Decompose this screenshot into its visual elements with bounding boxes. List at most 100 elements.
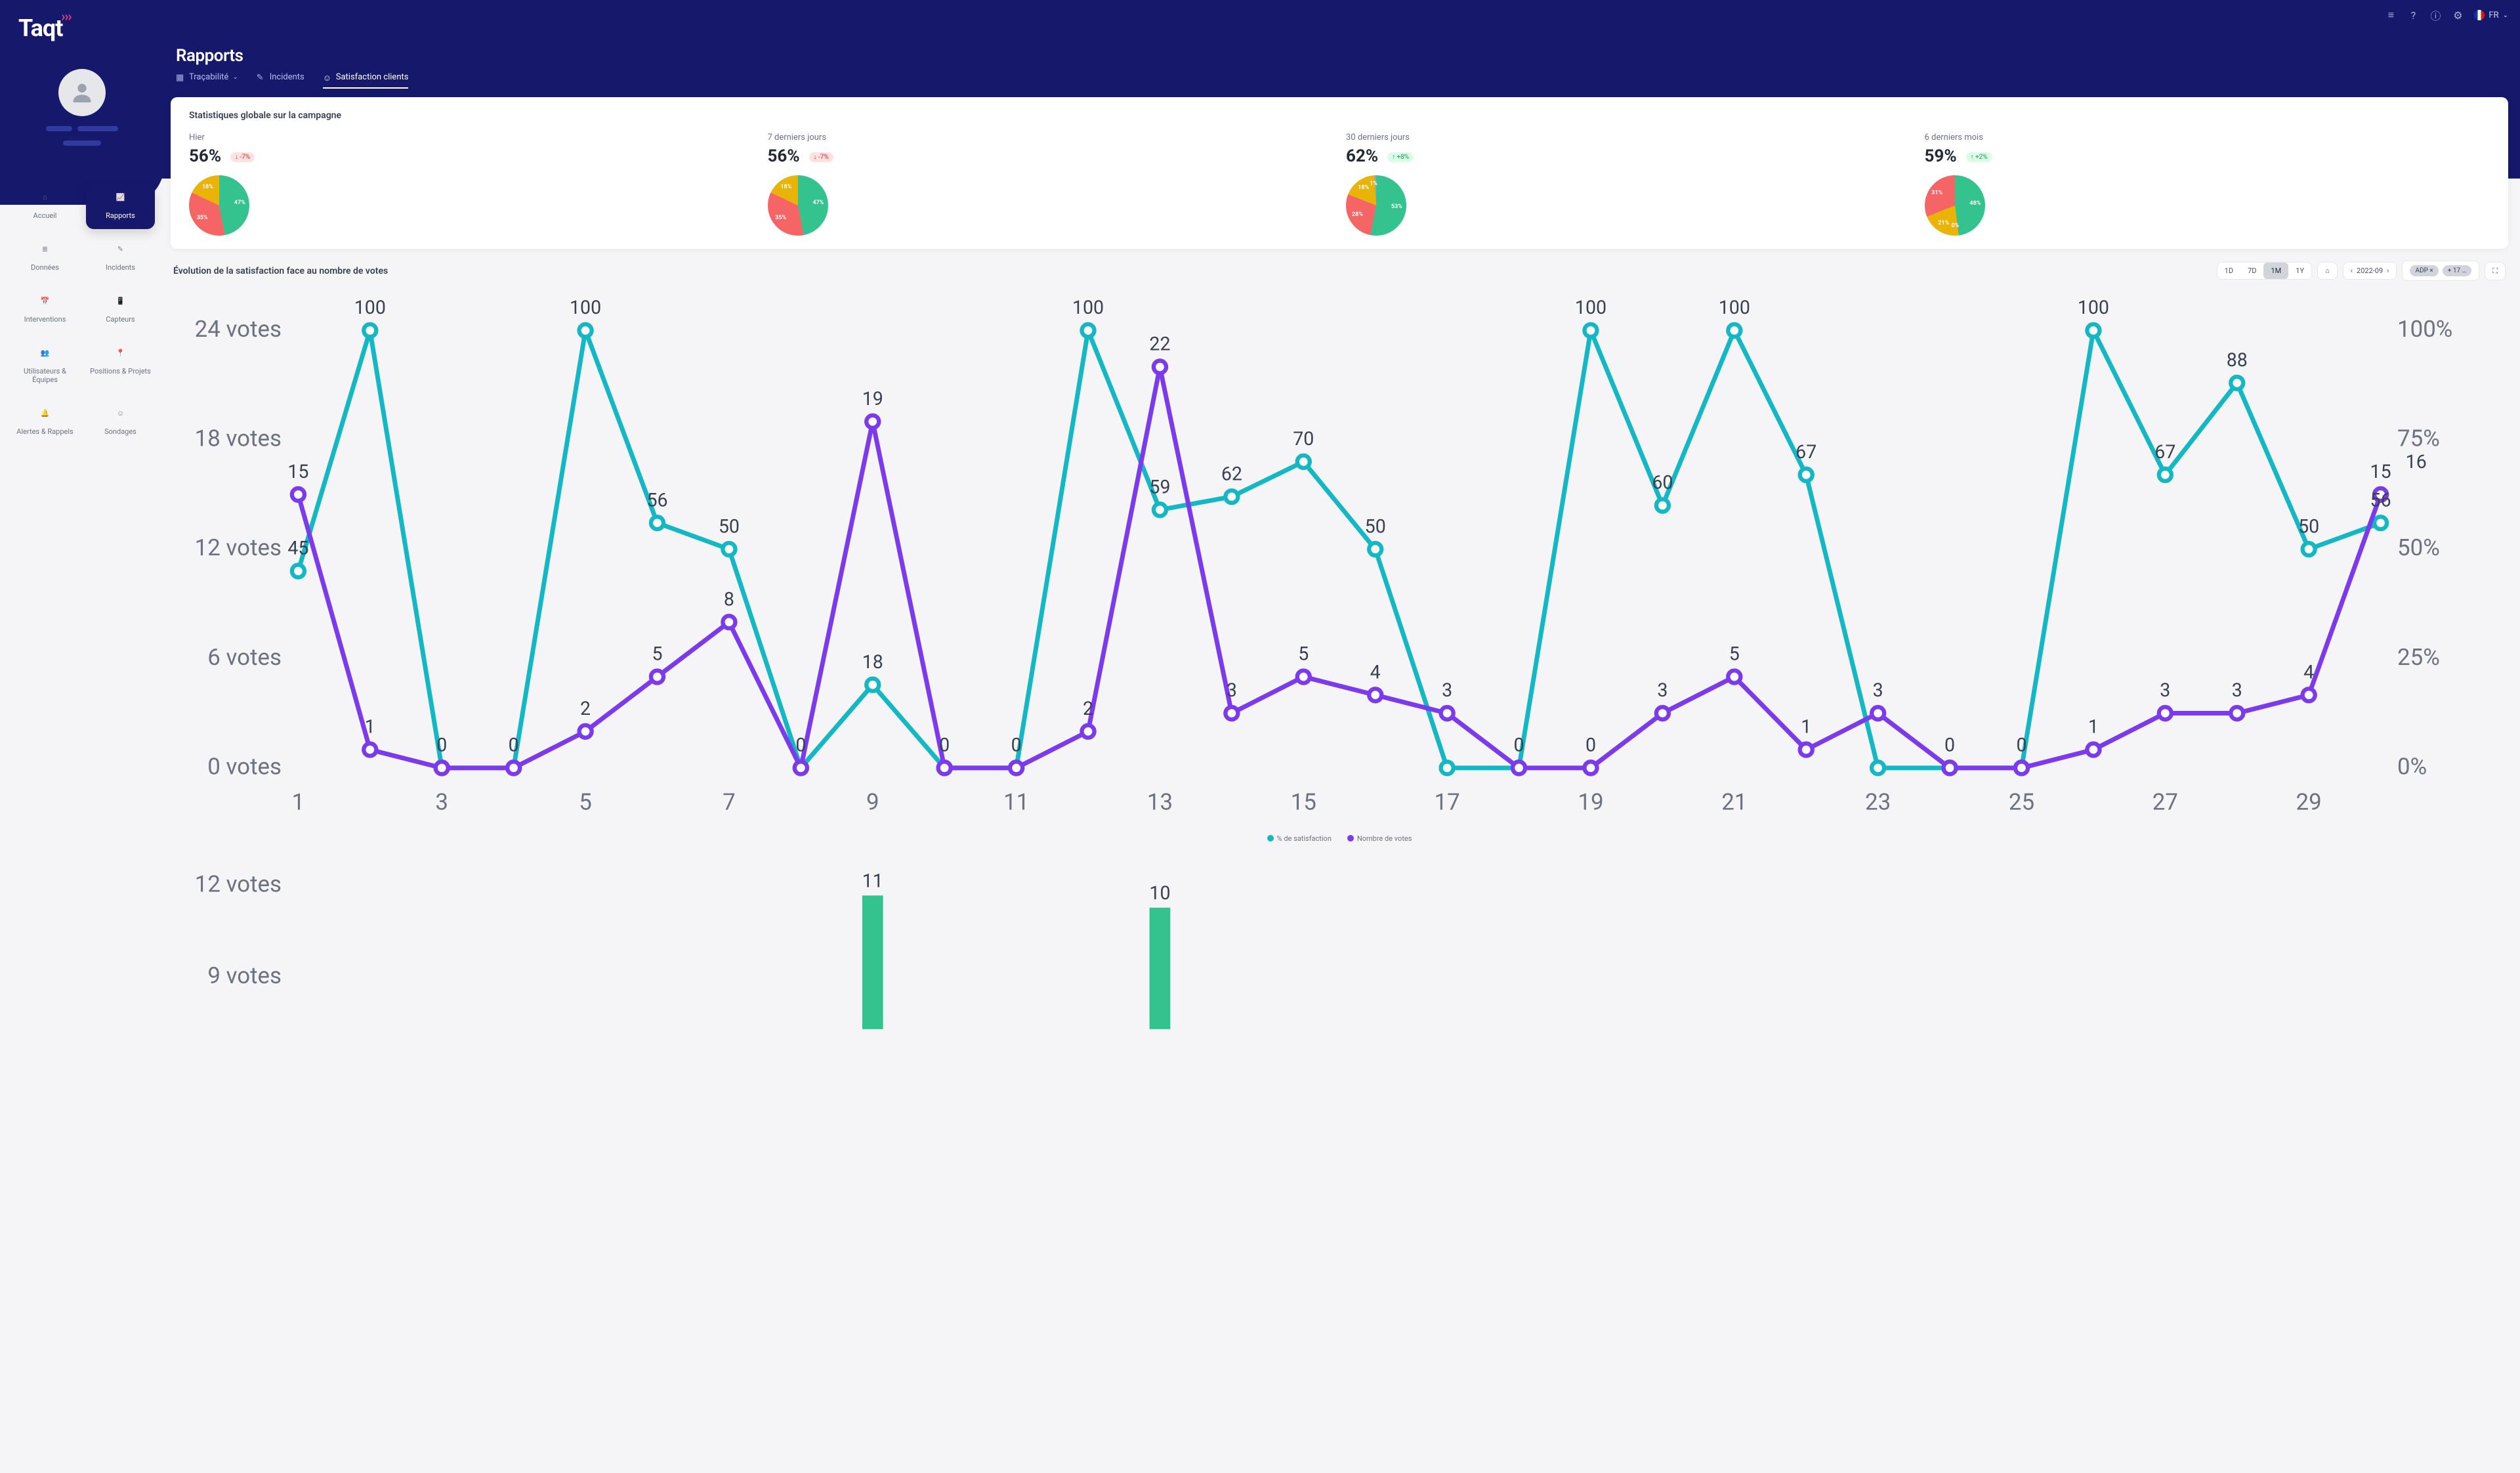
nav-alertes-rappels[interactable]: 🔔Alertes & Rappels	[10, 400, 79, 445]
svg-text:62: 62	[1221, 463, 1242, 484]
svg-text:4: 4	[1370, 661, 1381, 683]
stat-value: 62%	[1346, 146, 1378, 166]
page-title: Rapports	[176, 46, 243, 66]
nav-capteurs[interactable]: 📱Capteurs	[86, 288, 155, 333]
period-1d[interactable]: 1D	[2217, 263, 2240, 279]
svg-text:29: 29	[2296, 788, 2322, 815]
period-7d[interactable]: 7D	[2240, 263, 2263, 279]
svg-text:0: 0	[436, 734, 447, 756]
svg-text:13: 13	[1147, 788, 1173, 815]
svg-text:56: 56	[2370, 489, 2391, 511]
svg-text:10: 10	[1149, 882, 1170, 904]
svg-text:1: 1	[292, 788, 305, 815]
svg-text:0: 0	[795, 734, 806, 756]
chevron-right-icon[interactable]: ›	[2387, 267, 2389, 275]
chevron-down-icon: ⌄	[2503, 12, 2508, 19]
tab-incidents[interactable]: ✎Incidents	[257, 72, 304, 89]
user-profile[interactable]	[39, 69, 125, 149]
chart-section: Évolution de la satisfaction face au nom…	[171, 261, 2508, 1050]
svg-text:1: 1	[1801, 716, 1811, 738]
calendar-segment: ⌂	[2317, 262, 2338, 280]
stat-block: Hier 56% ↓ -7% 47%35%18%	[189, 133, 755, 236]
info-icon[interactable]: ⓘ	[2429, 9, 2441, 21]
svg-text:16: 16	[2406, 451, 2427, 473]
language-switcher[interactable]: FR ⌄	[2474, 10, 2508, 20]
svg-text:18 votes: 18 votes	[195, 425, 282, 452]
trend-badge: ↓ -7%	[230, 152, 255, 162]
svg-text:25%: 25%	[2397, 644, 2440, 671]
legend-votes: Nombre de votes	[1347, 834, 1412, 843]
svg-text:0: 0	[1944, 734, 1955, 756]
page-heading: Rapports	[176, 46, 243, 66]
svg-text:100: 100	[570, 297, 601, 318]
svg-text:5: 5	[1729, 643, 1740, 665]
user-role-placeholder	[63, 140, 101, 146]
period-segment: 1D7D1M1Y	[2217, 262, 2312, 280]
svg-text:0: 0	[939, 734, 950, 756]
flag-fr-icon	[2474, 10, 2485, 20]
nav-interventions[interactable]: 📅Interventions	[10, 288, 79, 333]
chart-controls: 1D7D1M1Y ⌂ ‹ 2022-09 › ADP × + 17 … ⛶	[2217, 261, 2506, 281]
admin-icon[interactable]: ⚙	[2452, 9, 2464, 21]
svg-text:4: 4	[2303, 661, 2314, 683]
filter-chip[interactable]: ADP ×	[2410, 265, 2438, 276]
nav-icon: 📅	[38, 297, 52, 311]
svg-text:3: 3	[2160, 679, 2170, 701]
svg-text:3: 3	[1442, 679, 1452, 701]
svg-text:100%: 100%	[2397, 316, 2452, 343]
nav-icon: ✎	[114, 245, 128, 259]
nav-icon: 📈	[114, 193, 128, 207]
nav-label: Incidents	[106, 263, 135, 272]
svg-text:27: 27	[2152, 788, 2178, 815]
nav-utilisateurs-quipes[interactable]: 👥Utilisateurs & Équipes	[10, 339, 79, 393]
nav-label: Données	[31, 263, 59, 272]
chevron-left-icon[interactable]: ‹	[2351, 267, 2353, 275]
map-icon[interactable]: ⛶	[2485, 262, 2506, 280]
bar-chart: 12 votes9 votes1110	[173, 863, 2506, 1050]
tab-traçabilité[interactable]: ▦Traçabilité⌄	[176, 72, 238, 89]
nav-label: Utilisateurs & Équipes	[24, 367, 66, 384]
stat-block: 7 derniers jours 56% ↓ -7% 47%35%18%	[768, 133, 1334, 236]
help-icon[interactable]: ?	[2407, 9, 2419, 21]
svg-text:12 votes: 12 votes	[195, 870, 282, 897]
trend-badge: ↓ -7%	[809, 152, 833, 162]
svg-text:6 votes: 6 votes	[207, 644, 282, 671]
menu-icon[interactable]: ≡	[2385, 9, 2397, 21]
filter-chip-more[interactable]: + 17 …	[2443, 265, 2472, 276]
svg-text:75%: 75%	[2397, 425, 2440, 452]
svg-text:12 votes: 12 votes	[195, 534, 282, 561]
side-nav: ⌂Accueil📈Rapports≣Données ✎ Incidents 📅Inte…	[10, 184, 155, 445]
tab-satisfaction-clients[interactable]: ☺Satisfaction clients	[323, 72, 409, 89]
brand-text: Taqt	[18, 14, 62, 42]
tab-icon: ▦	[176, 73, 185, 82]
svg-text:100: 100	[2078, 297, 2109, 318]
svg-text:3: 3	[1657, 679, 1668, 701]
month-label: 2022-09	[2357, 267, 2383, 275]
language-label: FR	[2488, 11, 2498, 20]
report-tabs: ▦Traçabilité⌄ ✎Incidents ☺Satisfaction cli…	[176, 72, 408, 89]
nav-positions-projets[interactable]: 📍Positions & Projets	[86, 339, 155, 393]
top-utility-bar: ≡ ? ⓘ ⚙ FR ⌄	[2385, 9, 2508, 21]
nav-incidents[interactable]: ✎ Incidents	[86, 236, 155, 281]
chart-legend: % de satisfaction Nombre de votes	[173, 834, 2506, 843]
svg-text:11: 11	[1003, 788, 1029, 815]
month-picker[interactable]: ‹ 2022-09 ›	[2343, 262, 2397, 280]
nav-rapports[interactable]: 📈Rapports	[86, 184, 155, 229]
line-chart-svg: 0 votes6 votes12 votes18 votes24 votes0%…	[173, 289, 2506, 830]
calendar-icon[interactable]: ⌂	[2318, 263, 2337, 279]
nav-sondages[interactable]: ☺Sondages	[86, 400, 155, 445]
period-1m[interactable]: 1M	[2263, 263, 2288, 279]
nav-accueil[interactable]: ⌂Accueil	[10, 184, 79, 229]
nav-icon: ☺	[114, 409, 128, 423]
tab-icon: ☺	[323, 73, 332, 82]
filter-chips[interactable]: ADP × + 17 …	[2402, 261, 2479, 281]
svg-text:88: 88	[2227, 349, 2248, 371]
period-1y[interactable]: 1Y	[2288, 263, 2311, 279]
svg-text:100: 100	[1575, 297, 1606, 318]
chevron-down-icon: ⌄	[232, 74, 238, 81]
chart-title: Évolution de la satisfaction face au nom…	[173, 266, 388, 276]
stat-value: 56%	[189, 146, 221, 166]
nav-donn-es[interactable]: ≣Données	[10, 236, 79, 281]
svg-text:100: 100	[1719, 297, 1750, 318]
stat-label: 6 derniers mois	[1925, 133, 2490, 142]
